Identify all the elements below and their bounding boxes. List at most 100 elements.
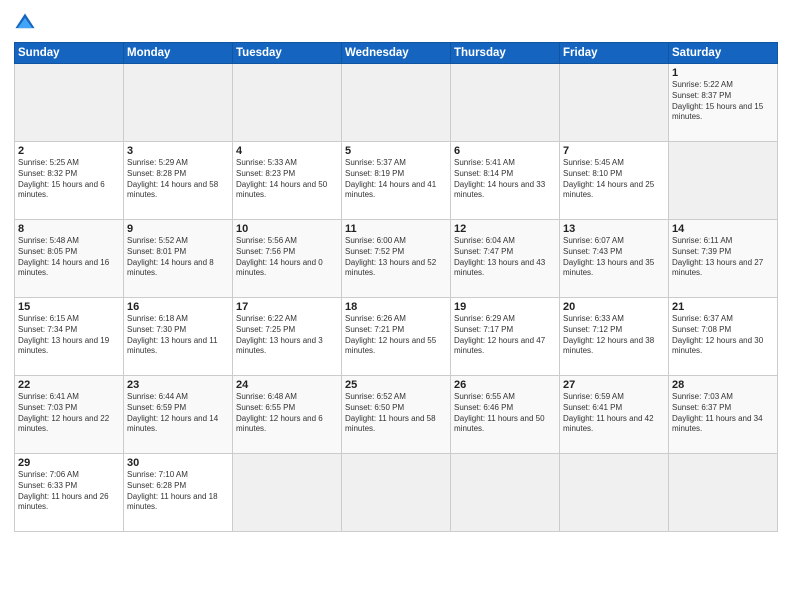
day-number: 8 — [18, 223, 120, 235]
page: SundayMondayTuesdayWednesdayThursdayFrid… — [0, 0, 792, 612]
day-number: 3 — [127, 145, 229, 157]
calendar-cell — [233, 454, 342, 532]
day-info: Sunrise: 6:44 AMSunset: 6:59 PMDaylight:… — [127, 392, 229, 435]
day-number: 22 — [18, 379, 120, 391]
day-info: Sunrise: 6:07 AMSunset: 7:43 PMDaylight:… — [563, 236, 665, 279]
day-number: 25 — [345, 379, 447, 391]
day-info: Sunrise: 5:45 AMSunset: 8:10 PMDaylight:… — [563, 158, 665, 201]
day-info: Sunrise: 5:22 AMSunset: 8:37 PMDaylight:… — [672, 80, 774, 123]
calendar-cell: 26Sunrise: 6:55 AMSunset: 6:46 PMDayligh… — [451, 376, 560, 454]
calendar-cell: 8Sunrise: 5:48 AMSunset: 8:05 PMDaylight… — [15, 220, 124, 298]
calendar-cell — [342, 64, 451, 142]
day-info: Sunrise: 6:33 AMSunset: 7:12 PMDaylight:… — [563, 314, 665, 357]
calendar-row: 2Sunrise: 5:25 AMSunset: 8:32 PMDaylight… — [15, 142, 778, 220]
col-header-friday: Friday — [560, 43, 669, 64]
col-header-monday: Monday — [124, 43, 233, 64]
day-info: Sunrise: 7:10 AMSunset: 6:28 PMDaylight:… — [127, 470, 229, 513]
calendar-cell: 29Sunrise: 7:06 AMSunset: 6:33 PMDayligh… — [15, 454, 124, 532]
calendar-row: 22Sunrise: 6:41 AMSunset: 7:03 PMDayligh… — [15, 376, 778, 454]
day-info: Sunrise: 5:52 AMSunset: 8:01 PMDaylight:… — [127, 236, 229, 279]
day-info: Sunrise: 5:37 AMSunset: 8:19 PMDaylight:… — [345, 158, 447, 201]
calendar-cell: 4Sunrise: 5:33 AMSunset: 8:23 PMDaylight… — [233, 142, 342, 220]
day-number: 23 — [127, 379, 229, 391]
logo — [14, 12, 40, 34]
day-number: 30 — [127, 457, 229, 469]
day-info: Sunrise: 6:55 AMSunset: 6:46 PMDaylight:… — [454, 392, 556, 435]
calendar-cell: 20Sunrise: 6:33 AMSunset: 7:12 PMDayligh… — [560, 298, 669, 376]
calendar-cell — [560, 454, 669, 532]
day-number: 13 — [563, 223, 665, 235]
logo-icon — [14, 12, 36, 34]
day-number: 2 — [18, 145, 120, 157]
calendar-cell: 15Sunrise: 6:15 AMSunset: 7:34 PMDayligh… — [15, 298, 124, 376]
day-number: 12 — [454, 223, 556, 235]
calendar-cell — [669, 142, 778, 220]
calendar-cell — [342, 454, 451, 532]
calendar-cell: 17Sunrise: 6:22 AMSunset: 7:25 PMDayligh… — [233, 298, 342, 376]
day-number: 14 — [672, 223, 774, 235]
calendar-cell — [15, 64, 124, 142]
day-info: Sunrise: 6:52 AMSunset: 6:50 PMDaylight:… — [345, 392, 447, 435]
calendar-cell: 2Sunrise: 5:25 AMSunset: 8:32 PMDaylight… — [15, 142, 124, 220]
day-number: 10 — [236, 223, 338, 235]
calendar-cell — [669, 454, 778, 532]
calendar-cell: 1Sunrise: 5:22 AMSunset: 8:37 PMDaylight… — [669, 64, 778, 142]
day-info: Sunrise: 6:59 AMSunset: 6:41 PMDaylight:… — [563, 392, 665, 435]
calendar-cell: 16Sunrise: 6:18 AMSunset: 7:30 PMDayligh… — [124, 298, 233, 376]
day-number: 6 — [454, 145, 556, 157]
day-info: Sunrise: 5:29 AMSunset: 8:28 PMDaylight:… — [127, 158, 229, 201]
calendar-cell — [451, 454, 560, 532]
day-number: 4 — [236, 145, 338, 157]
day-info: Sunrise: 6:18 AMSunset: 7:30 PMDaylight:… — [127, 314, 229, 357]
day-info: Sunrise: 5:33 AMSunset: 8:23 PMDaylight:… — [236, 158, 338, 201]
calendar-header-row: SundayMondayTuesdayWednesdayThursdayFrid… — [15, 43, 778, 64]
day-number: 1 — [672, 67, 774, 79]
day-number: 9 — [127, 223, 229, 235]
col-header-wednesday: Wednesday — [342, 43, 451, 64]
day-info: Sunrise: 5:56 AMSunset: 7:56 PMDaylight:… — [236, 236, 338, 279]
day-info: Sunrise: 6:48 AMSunset: 6:55 PMDaylight:… — [236, 392, 338, 435]
day-info: Sunrise: 5:25 AMSunset: 8:32 PMDaylight:… — [18, 158, 120, 201]
calendar-cell — [451, 64, 560, 142]
day-info: Sunrise: 6:22 AMSunset: 7:25 PMDaylight:… — [236, 314, 338, 357]
header — [14, 12, 778, 34]
day-number: 24 — [236, 379, 338, 391]
day-number: 15 — [18, 301, 120, 313]
day-info: Sunrise: 6:29 AMSunset: 7:17 PMDaylight:… — [454, 314, 556, 357]
col-header-saturday: Saturday — [669, 43, 778, 64]
day-number: 28 — [672, 379, 774, 391]
calendar-cell: 12Sunrise: 6:04 AMSunset: 7:47 PMDayligh… — [451, 220, 560, 298]
day-info: Sunrise: 7:03 AMSunset: 6:37 PMDaylight:… — [672, 392, 774, 435]
day-number: 27 — [563, 379, 665, 391]
day-number: 26 — [454, 379, 556, 391]
col-header-thursday: Thursday — [451, 43, 560, 64]
calendar-cell: 10Sunrise: 5:56 AMSunset: 7:56 PMDayligh… — [233, 220, 342, 298]
calendar-cell — [560, 64, 669, 142]
day-number: 29 — [18, 457, 120, 469]
calendar-cell: 21Sunrise: 6:37 AMSunset: 7:08 PMDayligh… — [669, 298, 778, 376]
day-info: Sunrise: 6:37 AMSunset: 7:08 PMDaylight:… — [672, 314, 774, 357]
calendar-cell — [233, 64, 342, 142]
calendar-cell: 11Sunrise: 6:00 AMSunset: 7:52 PMDayligh… — [342, 220, 451, 298]
calendar-cell: 30Sunrise: 7:10 AMSunset: 6:28 PMDayligh… — [124, 454, 233, 532]
calendar-cell: 25Sunrise: 6:52 AMSunset: 6:50 PMDayligh… — [342, 376, 451, 454]
col-header-sunday: Sunday — [15, 43, 124, 64]
calendar-cell: 27Sunrise: 6:59 AMSunset: 6:41 PMDayligh… — [560, 376, 669, 454]
calendar-cell: 22Sunrise: 6:41 AMSunset: 7:03 PMDayligh… — [15, 376, 124, 454]
calendar-cell: 6Sunrise: 5:41 AMSunset: 8:14 PMDaylight… — [451, 142, 560, 220]
day-info: Sunrise: 6:15 AMSunset: 7:34 PMDaylight:… — [18, 314, 120, 357]
day-info: Sunrise: 6:00 AMSunset: 7:52 PMDaylight:… — [345, 236, 447, 279]
day-number: 20 — [563, 301, 665, 313]
day-number: 18 — [345, 301, 447, 313]
day-number: 7 — [563, 145, 665, 157]
calendar-cell: 19Sunrise: 6:29 AMSunset: 7:17 PMDayligh… — [451, 298, 560, 376]
calendar-cell: 9Sunrise: 5:52 AMSunset: 8:01 PMDaylight… — [124, 220, 233, 298]
day-info: Sunrise: 6:26 AMSunset: 7:21 PMDaylight:… — [345, 314, 447, 357]
day-number: 5 — [345, 145, 447, 157]
calendar-cell: 24Sunrise: 6:48 AMSunset: 6:55 PMDayligh… — [233, 376, 342, 454]
calendar-cell: 28Sunrise: 7:03 AMSunset: 6:37 PMDayligh… — [669, 376, 778, 454]
calendar-cell: 7Sunrise: 5:45 AMSunset: 8:10 PMDaylight… — [560, 142, 669, 220]
calendar-row: 8Sunrise: 5:48 AMSunset: 8:05 PMDaylight… — [15, 220, 778, 298]
calendar-cell — [124, 64, 233, 142]
calendar-row: 15Sunrise: 6:15 AMSunset: 7:34 PMDayligh… — [15, 298, 778, 376]
